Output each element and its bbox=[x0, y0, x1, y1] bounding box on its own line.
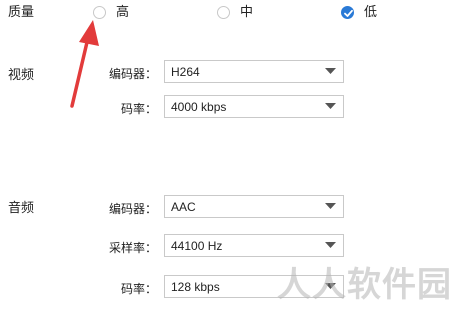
dropdown-arrow[interactable] bbox=[319, 96, 343, 117]
audio-section-label: 音频 bbox=[8, 201, 35, 216]
quality-low-label[interactable]: 低 bbox=[364, 5, 377, 21]
video-bitrate-value: 4000 kbps bbox=[171, 100, 227, 114]
audio-samplerate-value: 44100 Hz bbox=[171, 239, 223, 253]
watermark-text: 人人软件园 bbox=[277, 265, 452, 305]
audio-encoder-select[interactable]: AAC bbox=[164, 195, 344, 218]
audio-bitrate-label: 码率： bbox=[120, 282, 157, 296]
video-encoder-label: 编码器： bbox=[108, 67, 157, 81]
audio-encoder-label: 编码器： bbox=[108, 202, 157, 216]
audio-samplerate-select[interactable]: 44100 Hz bbox=[164, 234, 344, 257]
video-encoder-value: H264 bbox=[171, 65, 200, 79]
audio-bitrate-value: 128 kbps bbox=[171, 280, 220, 294]
audio-samplerate-label: 采样率： bbox=[108, 241, 157, 255]
checkmark-icon bbox=[344, 9, 353, 17]
quality-medium-label[interactable]: 中 bbox=[240, 5, 253, 21]
annotation-arrow-icon bbox=[70, 20, 99, 108]
audio-encoder-value: AAC bbox=[171, 200, 196, 214]
chevron-down-icon bbox=[325, 203, 336, 209]
chevron-down-icon bbox=[325, 68, 336, 74]
dropdown-arrow[interactable] bbox=[319, 235, 343, 256]
video-encoder-select[interactable]: H264 bbox=[164, 60, 344, 83]
dropdown-arrow[interactable] bbox=[319, 61, 343, 82]
quality-high-label[interactable]: 高 bbox=[116, 5, 129, 21]
chevron-down-icon bbox=[325, 103, 336, 109]
quality-low-radio[interactable] bbox=[341, 6, 354, 19]
quality-label: 质量 bbox=[8, 5, 35, 20]
video-section-label: 视频 bbox=[8, 68, 35, 83]
quality-medium-radio[interactable] bbox=[217, 6, 230, 19]
video-bitrate-select[interactable]: 4000 kbps bbox=[164, 95, 344, 118]
dropdown-arrow[interactable] bbox=[319, 196, 343, 217]
chevron-down-icon bbox=[325, 242, 336, 248]
video-bitrate-label: 码率： bbox=[120, 102, 157, 116]
